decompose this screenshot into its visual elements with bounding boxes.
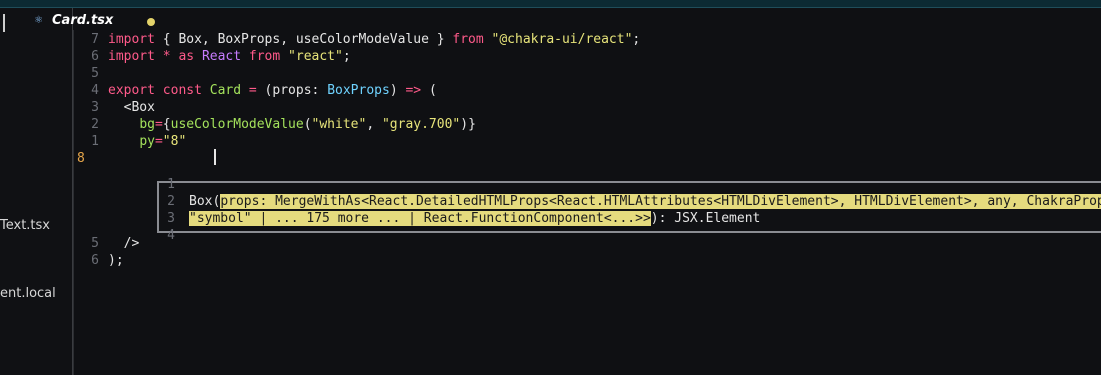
file-explorer-sidebar: Text.tsx ent.local (0, 8, 73, 375)
code-text: import { Box, BoxProps, useColorModeValu… (108, 32, 641, 47)
line-number: 7 (91, 32, 99, 47)
sidebar-file-item[interactable]: ent.local (0, 286, 72, 301)
line-number: 8 (77, 151, 85, 166)
tab-bar: ⚛ Card.tsx (35, 8, 1101, 32)
line-number: 6 (91, 253, 99, 268)
line-number: 4 (91, 83, 99, 98)
line-number: 6 (91, 49, 99, 64)
tooltip-line-number: 1 (167, 177, 175, 192)
sidebar-file-item[interactable]: Text.tsx (0, 218, 72, 233)
tab-label: Card.tsx (52, 13, 114, 28)
unsaved-dot-icon (147, 18, 155, 26)
tooltip-signature-text: "symbol" | ... 175 more ... | React.Func… (189, 211, 761, 226)
code-text: /> (108, 236, 140, 251)
react-icon: ⚛ (35, 12, 43, 26)
code-text: <Box (108, 100, 155, 115)
code-text: py="8" (139, 134, 187, 149)
tooltip-line-number: 2 (167, 194, 175, 209)
line-number: 5 (91, 66, 99, 81)
tab-card-tsx[interactable]: ⚛ Card.tsx (35, 8, 173, 32)
line-number: 1 (91, 134, 99, 149)
text-cursor (214, 149, 216, 165)
tooltip-signature-text: Box(props: MergeWithAs<React.DetailedHTM… (189, 193, 1101, 210)
code-text: bg={useColorModeValue("white", "gray.700… (139, 117, 476, 132)
editor-pane[interactable]: ⚛ Card.tsx 7 import { Box, BoxProps, useC… (35, 8, 1101, 375)
line-number: 2 (91, 117, 99, 132)
code-text: ); (108, 253, 124, 268)
code-text: export const Card = (props: BoxProps) =>… (108, 83, 437, 98)
signature-hover-tooltip: 1 2 Box(props: MergeWithAs<React.DetailedH… (157, 177, 1101, 243)
line-number: 5 (91, 236, 99, 251)
sidebar-cursor (3, 14, 5, 32)
tooltip-line-number: 3 (167, 211, 175, 226)
tooltip-line-number: 4 (167, 228, 175, 243)
top-strip (0, 0, 1101, 8)
line-number: 3 (91, 100, 99, 115)
code-text: import * as React from "react"; (108, 49, 351, 64)
